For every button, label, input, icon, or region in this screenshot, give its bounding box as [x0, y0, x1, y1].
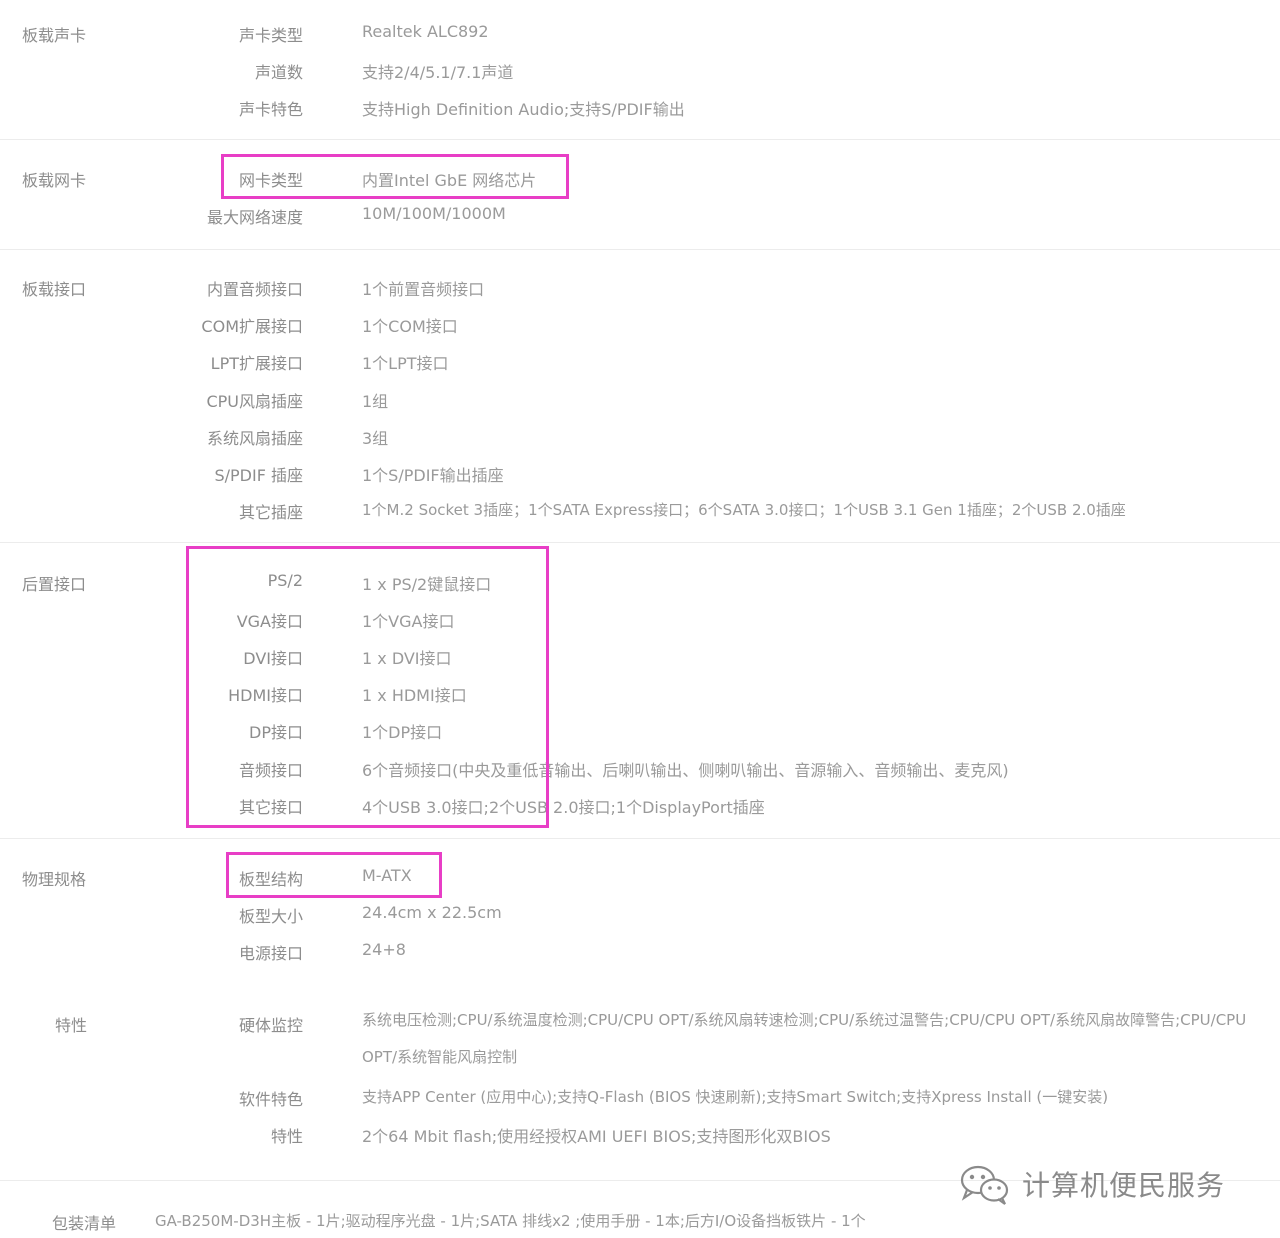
watermark: 计算机便民服务: [958, 1162, 1225, 1206]
spec-row: S/PDIF 插座 1个S/PDIF输出插座: [0, 452, 1280, 489]
spec-label: CPU风扇插座: [206, 392, 303, 411]
spec-table: 板载声卡 声卡类型 Realtek ALC892 声道数 支持2/4/5.1/7…: [0, 0, 1280, 1238]
spec-label: 特性: [270, 1127, 303, 1146]
wechat-icon: [958, 1162, 1010, 1206]
spec-value: 1 x HDMI接口: [362, 686, 467, 705]
spec-value: 1 x DVI接口: [362, 649, 452, 668]
spec-label: S/PDIF 插座: [214, 466, 303, 485]
spec-row: 声道数 支持2/4/5.1/7.1声道: [0, 49, 1280, 86]
spec-row: CPU风扇插座 1组: [0, 378, 1280, 415]
spec-value: Realtek ALC892: [362, 22, 489, 41]
spec-row: 内置音频接口 1个前置音频接口: [0, 266, 1280, 303]
spec-row: 软件特色 支持APP Center (应用中心);支持Q-Flash (BIOS…: [0, 1076, 1280, 1113]
spec-label: 其它插座: [238, 503, 303, 522]
spec-row: 特性 2个64 Mbit flash;使用经授权AMI UEFI BIOS;支持…: [0, 1113, 1280, 1150]
spec-value: 4个USB 3.0接口;2个USB 2.0接口;1个DisplayPort插座: [362, 798, 765, 817]
spec-value: 10M/100M/1000M: [362, 204, 506, 223]
divider: [0, 249, 1280, 250]
spec-row: 硬体监控 系统电压检测;CPU/系统温度检测;CPU/CPU OPT/系统风扇转…: [0, 1002, 1280, 1076]
spec-label: 软件特色: [238, 1090, 303, 1109]
spec-label: 板型结构: [238, 870, 303, 889]
spec-value: 内置Intel GbE 网络芯片: [362, 171, 537, 190]
spec-label: VGA接口: [236, 612, 303, 631]
spec-row: 音频接口 6个音频接口(中央及重低音输出、后喇叭输出、侧喇叭输出、音源输入、音频…: [0, 747, 1280, 784]
spec-value: 1个VGA接口: [362, 612, 455, 631]
spec-row: 板型结构 M-ATX: [0, 856, 1280, 893]
spec-row: 其它接口 4个USB 3.0接口;2个USB 2.0接口;1个DisplayPo…: [0, 784, 1280, 821]
spec-row: DVI接口 1 x DVI接口: [0, 635, 1280, 672]
spec-label: 网卡类型: [238, 171, 303, 190]
spec-value: 支持APP Center (应用中心);支持Q-Flash (BIOS 快速刷新…: [362, 1088, 1109, 1106]
spec-label: 电源接口: [238, 944, 303, 963]
spec-value: 24+8: [362, 940, 406, 959]
spec-row: 板型大小 24.4cm x 22.5cm: [0, 893, 1280, 930]
spec-row: 网卡类型 内置Intel GbE 网络芯片: [0, 157, 1280, 194]
spec-label: 硬体监控: [238, 1016, 303, 1035]
spec-row: 系统风扇插座 3组: [0, 415, 1280, 452]
spec-row: 其它插座 1个M.2 Socket 3插座；1个SATA Express接口；6…: [0, 489, 1280, 526]
spec-value: 1个S/PDIF输出插座: [362, 466, 504, 485]
spec-value: 系统电压检测;CPU/系统温度检测;CPU/CPU OPT/系统风扇转速检测;C…: [362, 1011, 1247, 1066]
spec-label: 音频接口: [238, 761, 303, 780]
spec-value: 6个音频接口(中央及重低音输出、后喇叭输出、侧喇叭输出、音源输入、音频输出、麦克…: [362, 761, 1009, 780]
spec-value: 1 x PS/2键鼠接口: [362, 575, 492, 594]
spec-value: 支持2/4/5.1/7.1声道: [362, 63, 514, 82]
spec-row: 最大网络速度 10M/100M/1000M: [0, 194, 1280, 231]
spec-value: 2个64 Mbit flash;使用经授权AMI UEFI BIOS;支持图形化…: [362, 1127, 831, 1146]
divider: [0, 838, 1280, 839]
spec-row: DP接口 1个DP接口: [0, 709, 1280, 746]
spec-value: 1个DP接口: [362, 723, 443, 742]
spec-label: DP接口: [249, 723, 303, 742]
spec-value: 1组: [362, 392, 389, 411]
spec-row: HDMI接口 1 x HDMI接口: [0, 672, 1280, 709]
spec-row: VGA接口 1个VGA接口: [0, 598, 1280, 635]
spec-label: 最大网络速度: [206, 208, 303, 227]
spec-value: 1个前置音频接口: [362, 280, 485, 299]
spec-label: 内置音频接口: [206, 280, 303, 299]
spec-value: 24.4cm x 22.5cm: [362, 903, 502, 922]
spec-label: 板型大小: [238, 907, 303, 926]
spec-label: 声卡特色: [238, 100, 303, 119]
spec-label: COM扩展接口: [201, 317, 303, 336]
spec-value: 1个M.2 Socket 3插座；1个SATA Express接口；6个SATA…: [362, 501, 1126, 519]
spec-value: 1个COM接口: [362, 317, 458, 336]
spec-label: 声卡类型: [238, 26, 303, 45]
watermark-text: 计算机便民服务: [1022, 1169, 1226, 1202]
spec-label: 声道数: [254, 63, 303, 82]
spec-value: 支持High Definition Audio;支持S/PDIF输出: [362, 100, 685, 119]
spec-row: PS/2 1 x PS/2键鼠接口: [0, 561, 1280, 598]
package-contents: GA-B250M-D3H主板 - 1片;驱动程序光盘 - 1片;SATA 排线x…: [155, 1212, 866, 1230]
spec-row: 声卡特色 支持High Definition Audio;支持S/PDIF输出: [0, 86, 1280, 123]
spec-row: LPT扩展接口 1个LPT接口: [0, 340, 1280, 377]
spec-label: DVI接口: [243, 649, 303, 668]
spec-label: PS/2: [267, 571, 303, 590]
category-package: 包装清单: [52, 1214, 117, 1233]
divider: [0, 542, 1280, 543]
spec-value: 3组: [362, 429, 389, 448]
spec-row: 声卡类型 Realtek ALC892: [0, 12, 1280, 49]
spec-label: LPT扩展接口: [210, 354, 303, 373]
spec-value: 1个LPT接口: [362, 354, 449, 373]
divider: [0, 139, 1280, 140]
spec-row: COM扩展接口 1个COM接口: [0, 303, 1280, 340]
spec-label: 系统风扇插座: [206, 429, 303, 448]
spec-label: 其它接口: [238, 798, 303, 817]
spec-label: HDMI接口: [228, 686, 303, 705]
spec-row: 电源接口 24+8: [0, 930, 1280, 967]
spec-value: M-ATX: [362, 866, 412, 885]
